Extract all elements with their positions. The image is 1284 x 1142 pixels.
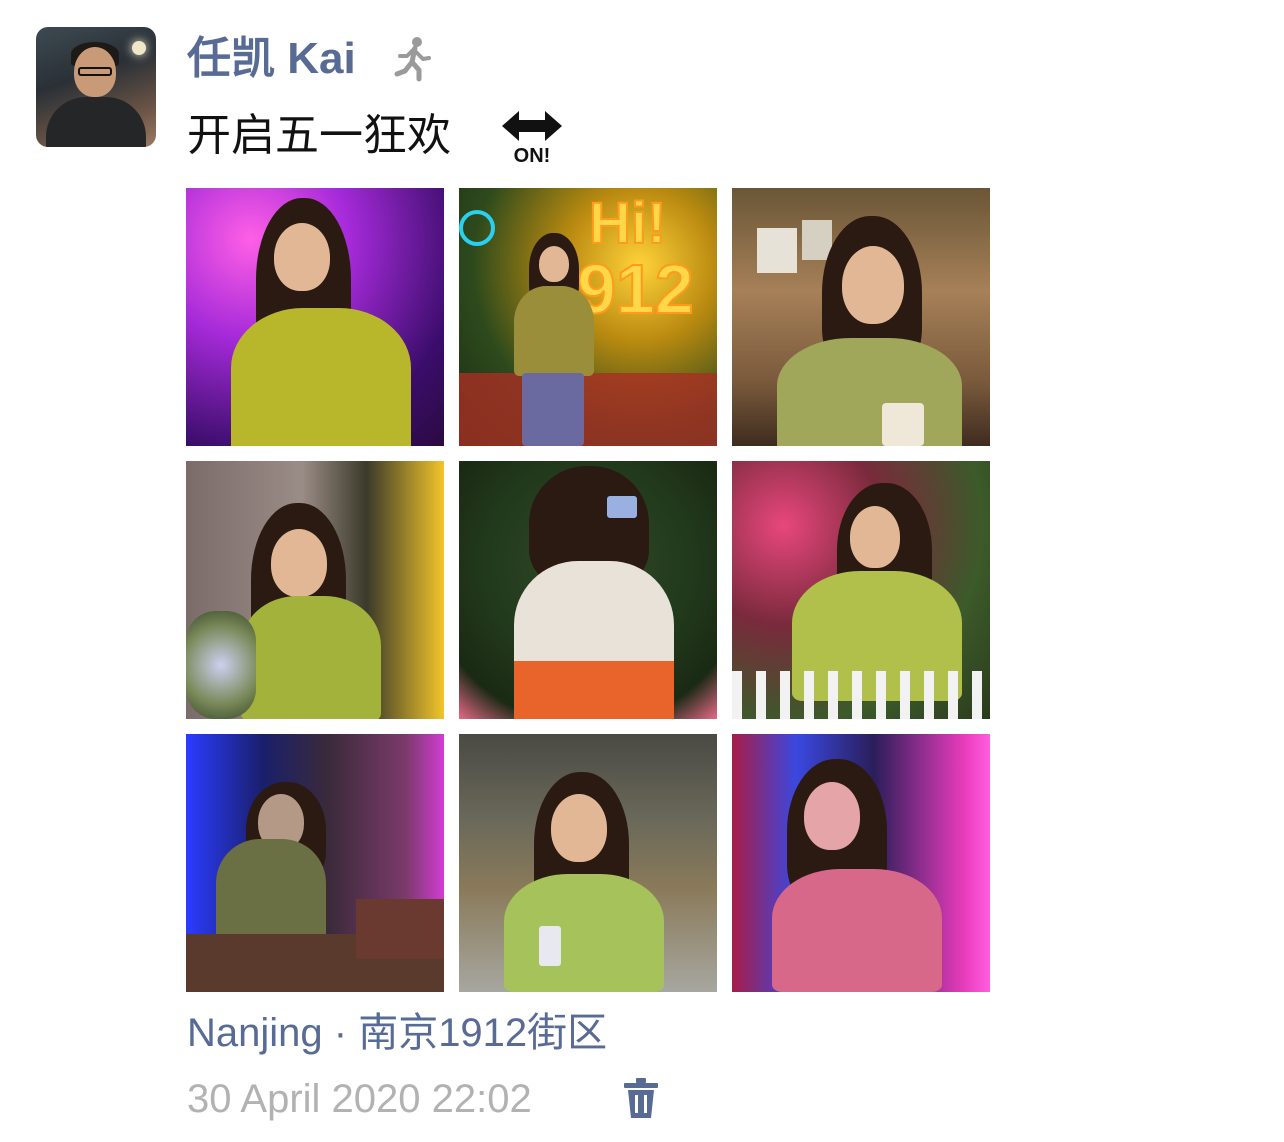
photo-5[interactable]: [459, 461, 717, 719]
svg-text:Hi!: Hi!: [589, 191, 666, 256]
avatar-glasses: [78, 67, 112, 76]
photo-7[interactable]: [186, 734, 444, 992]
photo-1[interactable]: [186, 188, 444, 446]
photo-8[interactable]: [459, 734, 717, 992]
timestamp: 30 April 2020 22:02: [187, 1077, 532, 1121]
photo-6[interactable]: [732, 461, 990, 719]
trash-icon[interactable]: [622, 1076, 660, 1120]
post-text: 开启五一狂欢: [187, 110, 451, 161]
username[interactable]: 任凯 Kai: [187, 30, 356, 88]
photo-grid: Hi! 912: [186, 188, 990, 992]
photo-4[interactable]: [186, 461, 444, 719]
on-arrow-icon: ON!: [502, 111, 562, 165]
photo-9[interactable]: [732, 734, 990, 992]
walking-person-icon: [394, 37, 431, 82]
avatar-lamp: [132, 41, 146, 55]
on-label: ON!: [514, 145, 551, 165]
avatar[interactable]: [36, 27, 156, 147]
location-link[interactable]: Nanjing · 南京1912街区: [187, 1007, 607, 1059]
avatar-body: [46, 97, 146, 147]
svg-text:912: 912: [577, 250, 694, 328]
photo-3[interactable]: [732, 188, 990, 446]
photo-2[interactable]: Hi! 912: [459, 188, 717, 446]
